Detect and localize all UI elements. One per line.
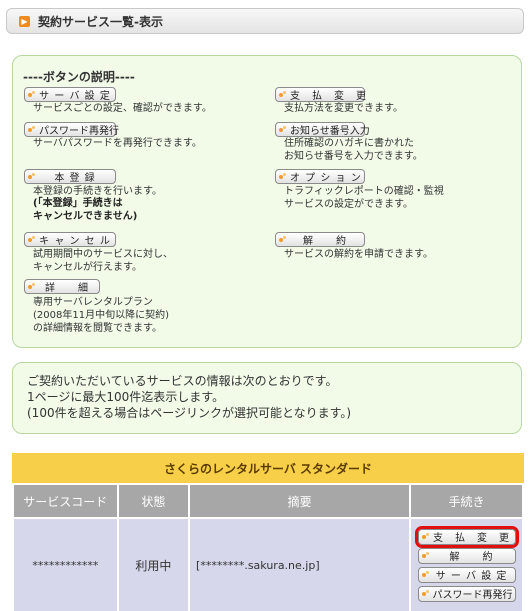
notice-number-desc-line2: お知らせ番号を入力できます。 (284, 151, 423, 162)
server-settings-button[interactable]: サ ー バ 設 定 (24, 87, 116, 102)
arrow-right-icon: ▶ (19, 15, 30, 27)
table-header-row: サービスコード 状態 摘要 手続き (12, 483, 524, 519)
details-button[interactable]: 詳 細 (24, 279, 100, 294)
cancel-button[interactable]: キ ャ ン セ ル (24, 232, 116, 247)
details-desc-line3: の詳細情報を閲覧できます。 (33, 323, 162, 334)
bullet-icon (278, 235, 288, 245)
page-title-bar: ▶ 契約サービス一覧-表示 (6, 8, 524, 34)
column-header: 状態 (116, 483, 191, 519)
info-line: 1ページに最大100件迄表示します。 (27, 390, 225, 404)
registration-desc: 本登録の手続きを行います。 (33, 186, 162, 197)
info-line: (100件を超える場合はページリンクが選択可能となります。) (27, 406, 352, 420)
cancellation-button[interactable]: 解 約 (417, 547, 516, 564)
bullet-icon (27, 235, 37, 245)
bullet-icon (27, 90, 37, 100)
bullet-icon (421, 551, 431, 561)
password-reissue-desc: サーバパスワードを再発行できます。 (33, 138, 202, 149)
registration-warning-line1: (「本登録」手続きは (33, 198, 123, 209)
bullet-icon (27, 172, 37, 182)
info-line: ご契約いただいているサービスの情報は次のとおりです。 (27, 374, 338, 388)
cancellation-button[interactable]: 解 約 (275, 232, 365, 247)
option-button[interactable]: オ プ シ ョ ン (275, 169, 365, 184)
bullet-icon (27, 282, 37, 292)
bullet-icon (278, 125, 288, 135)
column-header: サービスコード (12, 483, 119, 519)
info-panel: ご契約いただいているサービスの情報は次のとおりです。 1ページに最大100件迄表… (12, 362, 522, 434)
server-settings-button[interactable]: サ ー バ 設 定 (417, 566, 516, 583)
option-desc-line1: トラフィックレポートの確認・監視 (284, 186, 444, 197)
payment-change-desc: 支払方法を変更できます。 (284, 103, 403, 114)
option-desc-line2: サービスの設定ができます。 (284, 199, 413, 210)
server-settings-desc: サービスごとの設定、確認ができます。 (33, 103, 212, 114)
password-reissue-button[interactable]: パスワード再発行 (417, 585, 516, 602)
table-row: ************ 利用中 [********.sakura.ne.jp]… (12, 517, 524, 611)
cancel-desc-line1: 試用期間中のサービスに対し、 (33, 249, 173, 260)
service-summary: [********.sakura.ne.jp] (188, 517, 412, 611)
notice-number-button[interactable]: お知らせ番号入力 (275, 122, 370, 137)
column-header: 摘要 (188, 483, 412, 519)
registration-button[interactable]: 本 登 録 (24, 169, 116, 184)
bullet-icon (278, 90, 288, 100)
bullet-icon (421, 589, 431, 599)
bullet-icon (27, 125, 37, 135)
payment-change-button[interactable]: 支 払 変 更 (414, 525, 519, 548)
notice-number-desc-line1: 住所確認のハガキに書かれた (284, 138, 414, 149)
cancellation-desc: サービスの解約を申請できます。 (284, 249, 433, 260)
page-title: 契約サービス一覧-表示 (38, 14, 163, 29)
cancel-desc-line2: キャンセルが行えます。 (33, 262, 142, 273)
plan-name: さくらのレンタルサーバ スタンダード (12, 453, 524, 483)
details-desc-line2: (2008年11月中旬以降に契約) (33, 310, 169, 321)
registration-warning-line2: キャンセルできません) (33, 211, 138, 222)
service-status: 利用中 (116, 517, 191, 611)
button-guide-panel: ----ボタンの説明---- サ ー バ 設 定 サービスごとの設定、確認ができ… (12, 55, 522, 348)
bullet-icon (421, 570, 431, 580)
column-header: 手続き (409, 483, 524, 519)
bullet-icon (421, 532, 431, 542)
service-table: サービスコード 状態 摘要 手続き ************ 利用中 [****… (12, 483, 524, 611)
bullet-icon (278, 172, 288, 182)
service-code: ************ (12, 517, 119, 611)
guide-heading: ----ボタンの説明---- (23, 70, 135, 84)
service-actions: 支 払 変 更 解 約 サ ー バ 設 定 パスワード再発行 (409, 517, 524, 611)
password-reissue-button[interactable]: パスワード再発行 (24, 122, 119, 137)
payment-change-button[interactable]: 支 払 変 更 (275, 87, 366, 102)
details-desc-line1: 専用サーバレンタルプラン (33, 297, 153, 308)
